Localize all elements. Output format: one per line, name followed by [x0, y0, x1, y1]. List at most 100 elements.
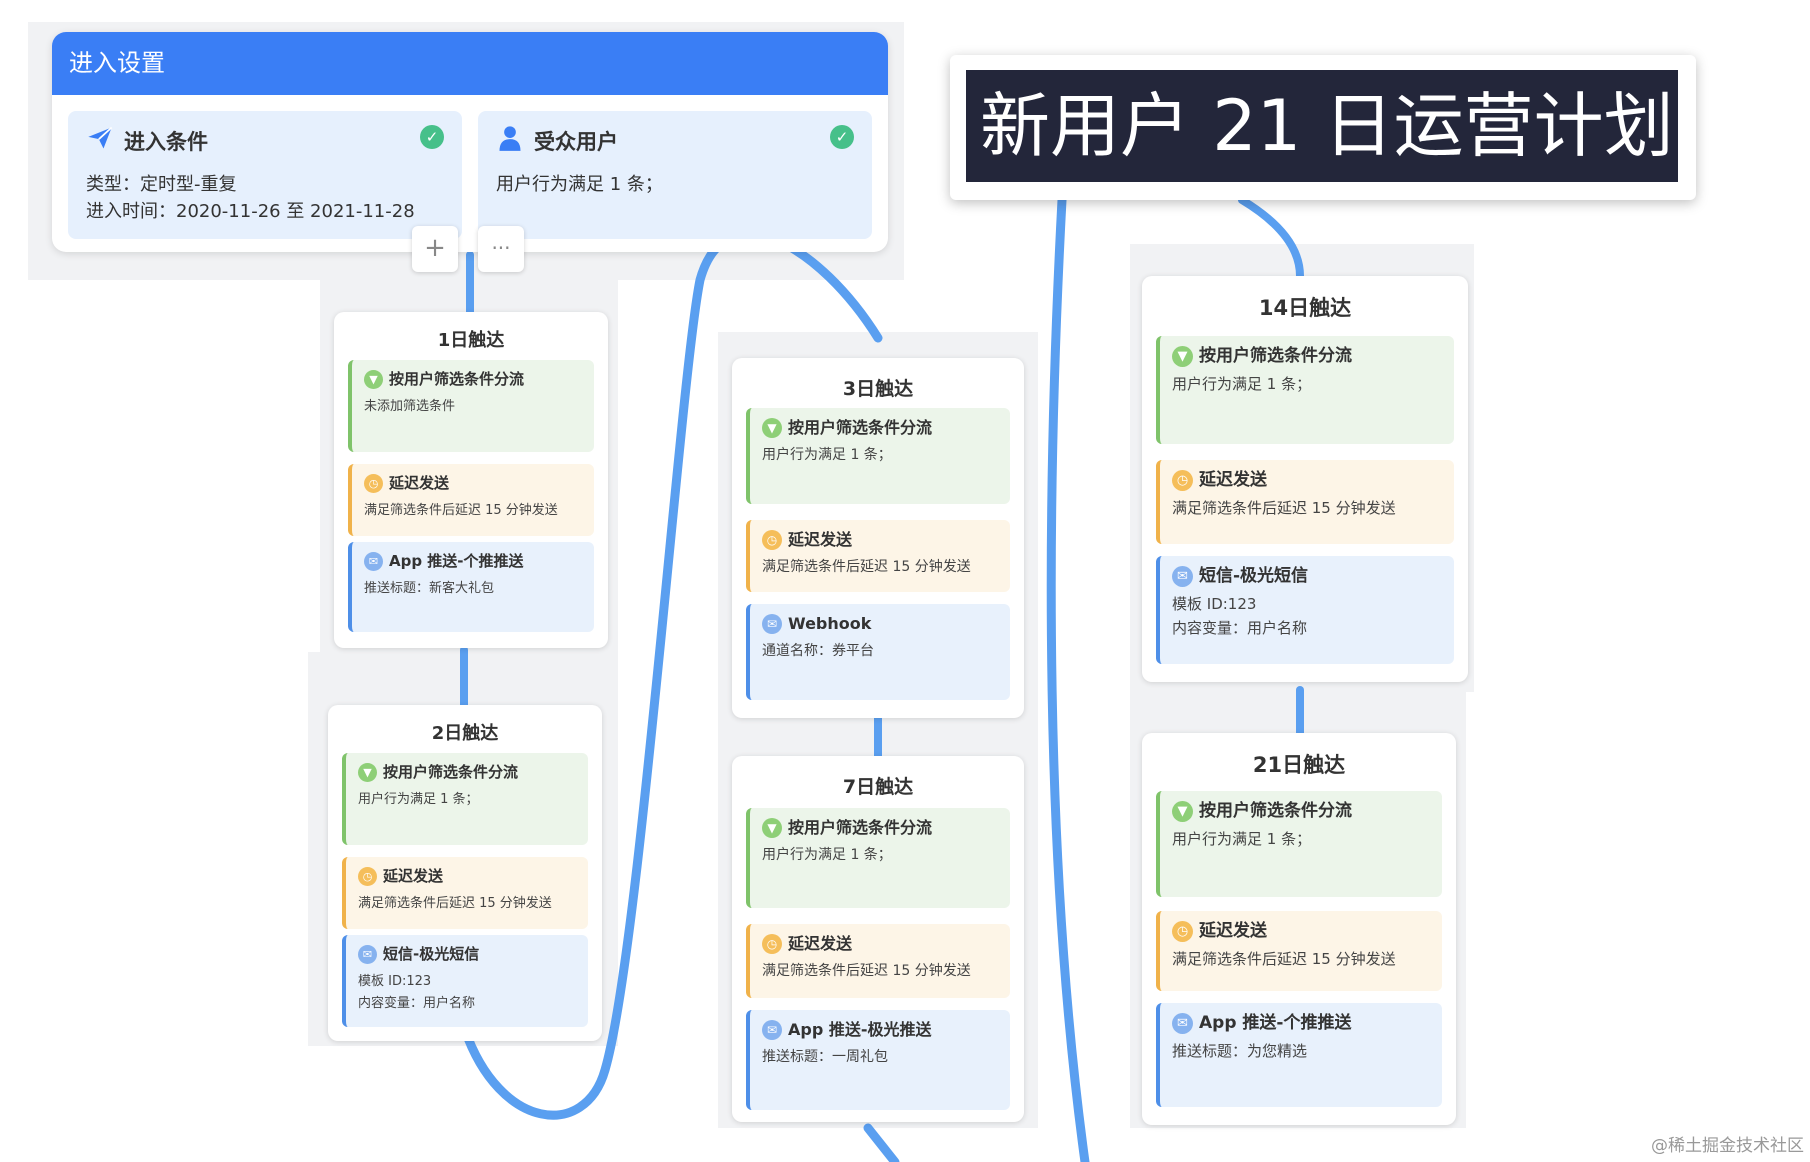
user-icon — [499, 126, 521, 151]
flow-curve — [863, 1123, 900, 1162]
node-title: 按用户筛选条件分流 — [389, 370, 525, 388]
send-node[interactable]: ✉ Webhook 通道名称：券平台 — [746, 604, 1010, 700]
plan-title: 新用户 21 日运营计划 — [966, 70, 1678, 182]
day-touch-title: 3日触达 — [842, 378, 914, 400]
filter-node[interactable]: ▼ 按用户筛选条件分流用户行为满足 1 条； — [1156, 336, 1454, 444]
node-detail-text: 满足筛选条件后延迟 15 分钟发送 — [1172, 499, 1396, 517]
envelope-icon: ✉ — [1172, 1013, 1193, 1034]
day-touch-title: 7日触达 — [842, 776, 914, 798]
day-touch-card[interactable]: 14日触达 ▼ 按用户筛选条件分流用户行为满足 1 条； ◷ 延迟发送满足筛选条件后延迟… — [1142, 276, 1468, 682]
node-detail-text: 通道名称：券平台 — [762, 643, 874, 659]
day-touch-card[interactable]: 21日触达 ▼ 按用户筛选条件分流 用户行为满足 1 条； ◷ 延迟发送 满足筛选条件后延迟… — [1142, 733, 1456, 1125]
filter-node[interactable]: ▼ 按用户筛选条件分流用户行为满足 1 条； — [342, 753, 588, 845]
day-touch-card[interactable]: 3日触达 ▼ 按用户筛选条件分流 用户行为满足 1 条； ◷ 延迟发送 满足筛选条件后延迟 … — [732, 358, 1024, 718]
check-circle-icon: ✓ — [830, 125, 854, 149]
node-title: 按用户筛选条件分流 — [383, 763, 519, 781]
flow-curve — [1046, 195, 1090, 1162]
filter-node[interactable]: ▼ 按用户筛选条件分流用户行为满足 1 条； — [746, 808, 1010, 908]
node-title: 延迟发送 — [383, 867, 444, 885]
add-node-button[interactable]: + — [412, 226, 458, 272]
entry-time-text: 进入时间：2020-11-26 至 2021-11-28 — [86, 201, 415, 222]
delay-node[interactable]: ◷ 延迟发送满足筛选条件后延迟 15 分钟发送 — [1156, 460, 1454, 544]
funnel-icon: ▼ — [762, 418, 782, 438]
send-node[interactable]: ✉ App 推送-极光推送 推送标题：一周礼包 — [746, 1010, 1010, 1110]
node-title: 延迟发送 — [788, 530, 853, 549]
delay-node[interactable]: ◷ 延迟发送 满足筛选条件后延迟 15 分钟发送 — [746, 520, 1010, 592]
clock-icon: ◷ — [1172, 470, 1193, 491]
node-detail-text: 用户行为满足 1 条； — [1172, 375, 1312, 393]
node-detail-text: 用户行为满足 1 条； — [358, 792, 479, 807]
send-node[interactable]: ✉ App 推送-个推推送推送标题：新客大礼包 — [348, 542, 594, 632]
delay-node[interactable]: ◷ 延迟发送满足筛选条件后延迟 15 分钟发送 — [1156, 911, 1442, 991]
day-touch-card[interactable]: 2日触达 ▼ 按用户筛选条件分流用户行为满足 1 条； ◷ 延迟发送满足筛选条件后延迟 … — [328, 705, 602, 1041]
clock-icon: ◷ — [762, 530, 782, 550]
node-detail-text: 内容变量：用户名称 — [358, 996, 476, 1011]
send-node[interactable]: ✉ 短信-极光短信模板 ID:123 内容变量：用户名称 — [1156, 556, 1454, 664]
delay-node[interactable]: ◷ 延迟发送满足筛选条件后延迟 15 分钟发送 — [746, 924, 1010, 998]
node-detail-text: 未添加筛选条件 — [364, 399, 456, 414]
envelope-icon: ✉ — [1172, 566, 1193, 587]
send-node[interactable]: ✉ 短信-极光短信模板 ID:123 内容变量：用户名称 — [342, 935, 588, 1027]
clock-icon: ◷ — [358, 867, 377, 886]
node-title: 延迟发送 — [389, 474, 450, 492]
node-detail-text: 用户行为满足 1 条； — [762, 847, 892, 863]
audience-users-card[interactable]: 受众用户 ✓ 用户行为满足 1 条； — [478, 111, 872, 239]
node-detail-text: 模板 ID:123 — [1172, 595, 1257, 613]
funnel-icon: ▼ — [358, 763, 377, 782]
audience-condition-text: 用户行为满足 1 条； — [496, 174, 663, 195]
node-detail-text: 推送标题：新客大礼包 — [364, 581, 495, 596]
clock-icon: ◷ — [762, 934, 782, 954]
check-circle-icon: ✓ — [420, 125, 444, 149]
node-title: 按用户筛选条件分流 — [1199, 801, 1352, 821]
node-title: 按用户筛选条件分流 — [1199, 346, 1352, 366]
node-title: 按用户筛选条件分流 — [788, 418, 933, 437]
day-touch-title: 2日触达 — [431, 723, 499, 744]
day-touch-title: 1日触达 — [437, 330, 505, 351]
entry-condition-card[interactable]: 进入条件 ✓ 类型：定时型-重复 进入时间：2020-11-26 至 2021-… — [68, 111, 462, 239]
node-detail-text: 满足筛选条件后延迟 15 分钟发送 — [358, 896, 552, 911]
filter-node[interactable]: ▼ 按用户筛选条件分流用户行为满足 1 条； — [746, 408, 1010, 504]
audience-users-title: 受众用户 — [534, 130, 618, 154]
entry-condition-title: 进入条件 — [124, 130, 208, 154]
funnel-icon: ▼ — [364, 370, 383, 389]
envelope-icon: ✉ — [364, 552, 383, 571]
clock-icon: ◷ — [1172, 921, 1193, 942]
node-title: 延迟发送 — [1199, 470, 1267, 490]
delay-node[interactable]: ◷ 延迟发送 满足筛选条件后延迟 15 分钟发送 — [348, 464, 594, 536]
node-title: App 推送-个推推送 — [1199, 1013, 1352, 1033]
node-title: 短信-极光短信 — [383, 945, 480, 963]
day-touch-title: 21日触达 — [1252, 753, 1346, 777]
node-detail-text: 推送标题：为您精选 — [1172, 1042, 1308, 1060]
filter-node[interactable]: ▼ 按用户筛选条件分流未添加筛选条件 — [348, 360, 594, 452]
node-title: 延迟发送 — [788, 934, 853, 953]
entry-settings-panel: 进入设置 进入条件 ✓ 类型：定时型-重复 进入时间：2020-11-26 至 … — [52, 32, 888, 252]
node-detail-text: 满足筛选条件后延迟 15 分钟发送 — [762, 963, 971, 979]
node-title: 按用户筛选条件分流 — [788, 818, 933, 837]
node-title: Webhook — [788, 614, 872, 633]
node-detail-text: 用户行为满足 1 条； — [762, 447, 892, 463]
envelope-icon: ✉ — [358, 945, 377, 964]
entry-settings-header: 进入设置 — [52, 32, 888, 95]
delay-node[interactable]: ◷ 延迟发送满足筛选条件后延迟 15 分钟发送 — [342, 857, 588, 929]
filter-node[interactable]: ▼ 按用户筛选条件分流 用户行为满足 1 条； — [1156, 791, 1442, 897]
envelope-icon: ✉ — [762, 1020, 782, 1040]
funnel-icon: ▼ — [762, 818, 782, 838]
day-touch-card[interactable]: 7日触达 ▼ 按用户筛选条件分流用户行为满足 1 条； ◷ 延迟发送满足筛选条件后延迟 … — [732, 756, 1024, 1122]
node-detail-text: 满足筛选条件后延迟 15 分钟发送 — [1172, 950, 1396, 968]
day-touch-title: 14日触达 — [1258, 296, 1352, 320]
node-title: 延迟发送 — [1199, 921, 1267, 941]
plan-title-box: 新用户 21 日运营计划 — [950, 55, 1696, 200]
envelope-icon: ✉ — [762, 614, 782, 634]
node-detail-text: 模板 ID:123 — [358, 974, 432, 989]
funnel-icon: ▼ — [1172, 346, 1193, 367]
node-detail-text: 满足筛选条件后延迟 15 分钟发送 — [364, 503, 558, 518]
node-detail-text: 内容变量：用户名称 — [1172, 619, 1308, 637]
paper-plane-icon — [88, 126, 113, 149]
node-detail-text: 推送标题：一周礼包 — [762, 1049, 888, 1065]
send-node[interactable]: ✉ App 推送-个推推送推送标题：为您精选 — [1156, 1003, 1442, 1107]
funnel-icon: ▼ — [1172, 801, 1193, 822]
day-touch-card[interactable]: 1日触达 ▼ 按用户筛选条件分流 未添加筛选条件 ◷ 延迟发送 满足筛选条件后延迟 15 分… — [334, 312, 608, 648]
node-title: 短信-极光短信 — [1199, 566, 1309, 586]
more-options-button[interactable]: ··· — [478, 226, 524, 272]
node-title: App 推送-个推推送 — [389, 552, 524, 570]
